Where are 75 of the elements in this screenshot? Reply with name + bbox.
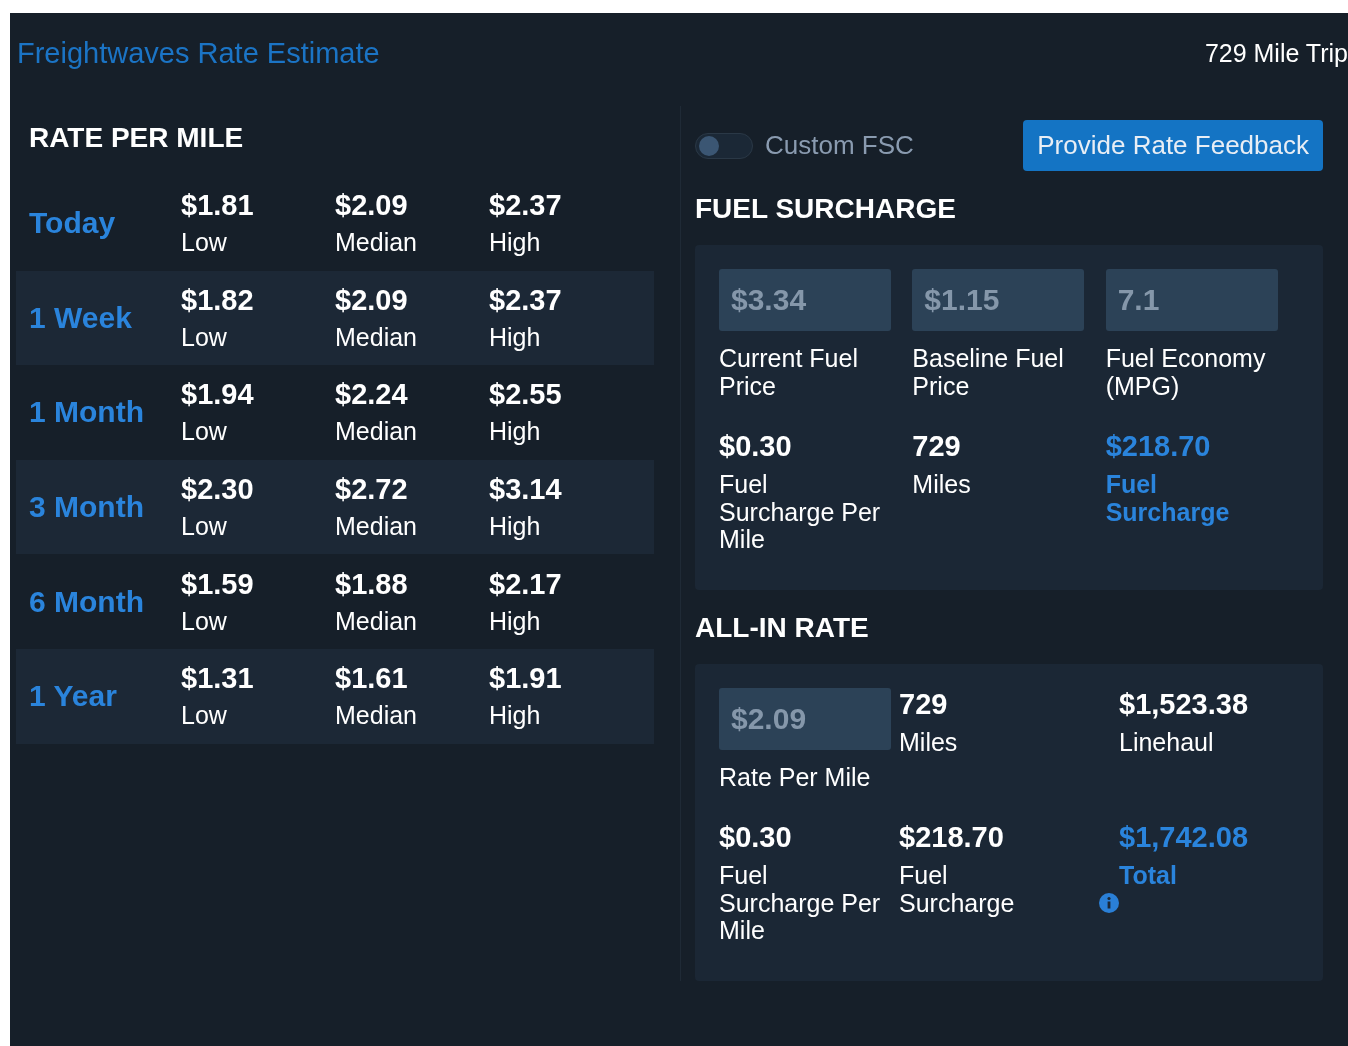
rate-caption: Median xyxy=(335,606,418,636)
stat-label: Total xyxy=(1119,862,1178,890)
period-label: 1 Month xyxy=(28,395,145,430)
feedback-button[interactable]: Provide Rate Feedback xyxy=(1023,120,1323,171)
rate-caption: Median xyxy=(335,228,418,258)
low-rate: $1.59 xyxy=(181,567,255,601)
low-rate: $1.82 xyxy=(181,283,255,317)
high-rate: $1.91 xyxy=(489,662,563,696)
high-rate: $2.37 xyxy=(489,189,563,223)
low-rate: $1.31 xyxy=(181,662,255,696)
stat-value: $218.70 xyxy=(899,821,1005,854)
period-label: 1 Year xyxy=(28,679,118,714)
stat-value: $218.70 xyxy=(1105,430,1212,463)
rate-caption: High xyxy=(489,606,542,636)
rate-caption: Low xyxy=(181,701,228,731)
low-rate: $2.30 xyxy=(181,473,255,507)
stat-value: 729 xyxy=(899,687,949,721)
section-heading: ALL-IN RATE xyxy=(695,611,870,644)
rate-caption: Low xyxy=(181,228,228,258)
stat-value: $1,742.08 xyxy=(1119,821,1249,854)
rate-caption: Low xyxy=(181,606,228,636)
rate-caption: High xyxy=(489,701,542,731)
rate-caption: Low xyxy=(181,322,228,352)
stat-label: Fuel Surcharge xyxy=(1105,471,1231,526)
section-heading: FUEL SURCHARGE xyxy=(695,193,957,225)
app-title: Freightwaves Rate Estimate xyxy=(17,36,380,70)
rate-caption: High xyxy=(489,322,542,352)
stat-value: $0.30 xyxy=(719,430,793,463)
period-label: 3 Month xyxy=(28,490,145,525)
period-label: Today xyxy=(28,206,117,241)
field-label: Baseline Fuel Price xyxy=(912,345,1065,400)
median-rate: $2.72 xyxy=(335,473,409,507)
trip-distance: 729 Mile Trip xyxy=(1204,38,1348,68)
rate-caption: Median xyxy=(335,322,418,352)
low-rate: $1.94 xyxy=(181,378,255,412)
high-rate: $2.17 xyxy=(489,567,563,601)
section-heading: RATE PER MILE xyxy=(28,121,245,155)
rate-caption: Low xyxy=(181,512,228,542)
high-rate: $2.55 xyxy=(489,378,563,412)
field-label: Fuel Economy (MPG) xyxy=(1105,345,1267,400)
stat-label: Fuel Surcharge Per Mile xyxy=(719,471,882,554)
high-rate: $3.14 xyxy=(489,473,563,507)
stat-value: 729 xyxy=(912,430,962,463)
input-field[interactable]: $3.34 xyxy=(719,269,891,331)
rate-caption: Median xyxy=(335,512,418,542)
high-rate: $2.37 xyxy=(489,283,563,317)
rate-caption: Median xyxy=(335,701,418,731)
stat-label: Fuel Surcharge Per Mile xyxy=(719,862,882,945)
input-field[interactable]: $2.09 xyxy=(719,687,891,750)
stat-value: $1,523.38 xyxy=(1119,687,1249,721)
stat-label: Miles xyxy=(912,471,972,499)
field-label: Rate Per Mile xyxy=(719,763,872,791)
period-label: 6 Month xyxy=(28,584,145,619)
info-icon[interactable] xyxy=(1099,893,1119,913)
rate-caption: Low xyxy=(181,417,228,447)
input-field[interactable]: 7.1 xyxy=(1105,269,1278,331)
input-field[interactable]: $1.15 xyxy=(912,269,1085,331)
stat-value: $0.30 xyxy=(719,821,793,854)
rate-caption: High xyxy=(489,512,542,542)
median-rate: $2.09 xyxy=(335,283,409,317)
median-rate: $2.24 xyxy=(335,378,409,412)
stat-label: Miles xyxy=(899,728,959,756)
toggle-label: Custom FSC xyxy=(765,130,914,161)
toggle-switch[interactable] xyxy=(695,132,753,159)
rate-caption: High xyxy=(489,228,542,258)
median-rate: $2.09 xyxy=(335,189,409,223)
median-rate: $1.88 xyxy=(335,567,409,601)
period-label: 1 Week xyxy=(28,300,133,335)
rate-caption: High xyxy=(489,417,542,447)
median-rate: $1.61 xyxy=(335,662,409,696)
rate-caption: Median xyxy=(335,417,418,447)
low-rate: $1.81 xyxy=(181,189,255,223)
stat-label: Linehaul xyxy=(1119,728,1215,756)
stat-label: Fuel Surcharge xyxy=(899,862,1016,917)
field-label: Current Fuel Price xyxy=(719,345,859,400)
